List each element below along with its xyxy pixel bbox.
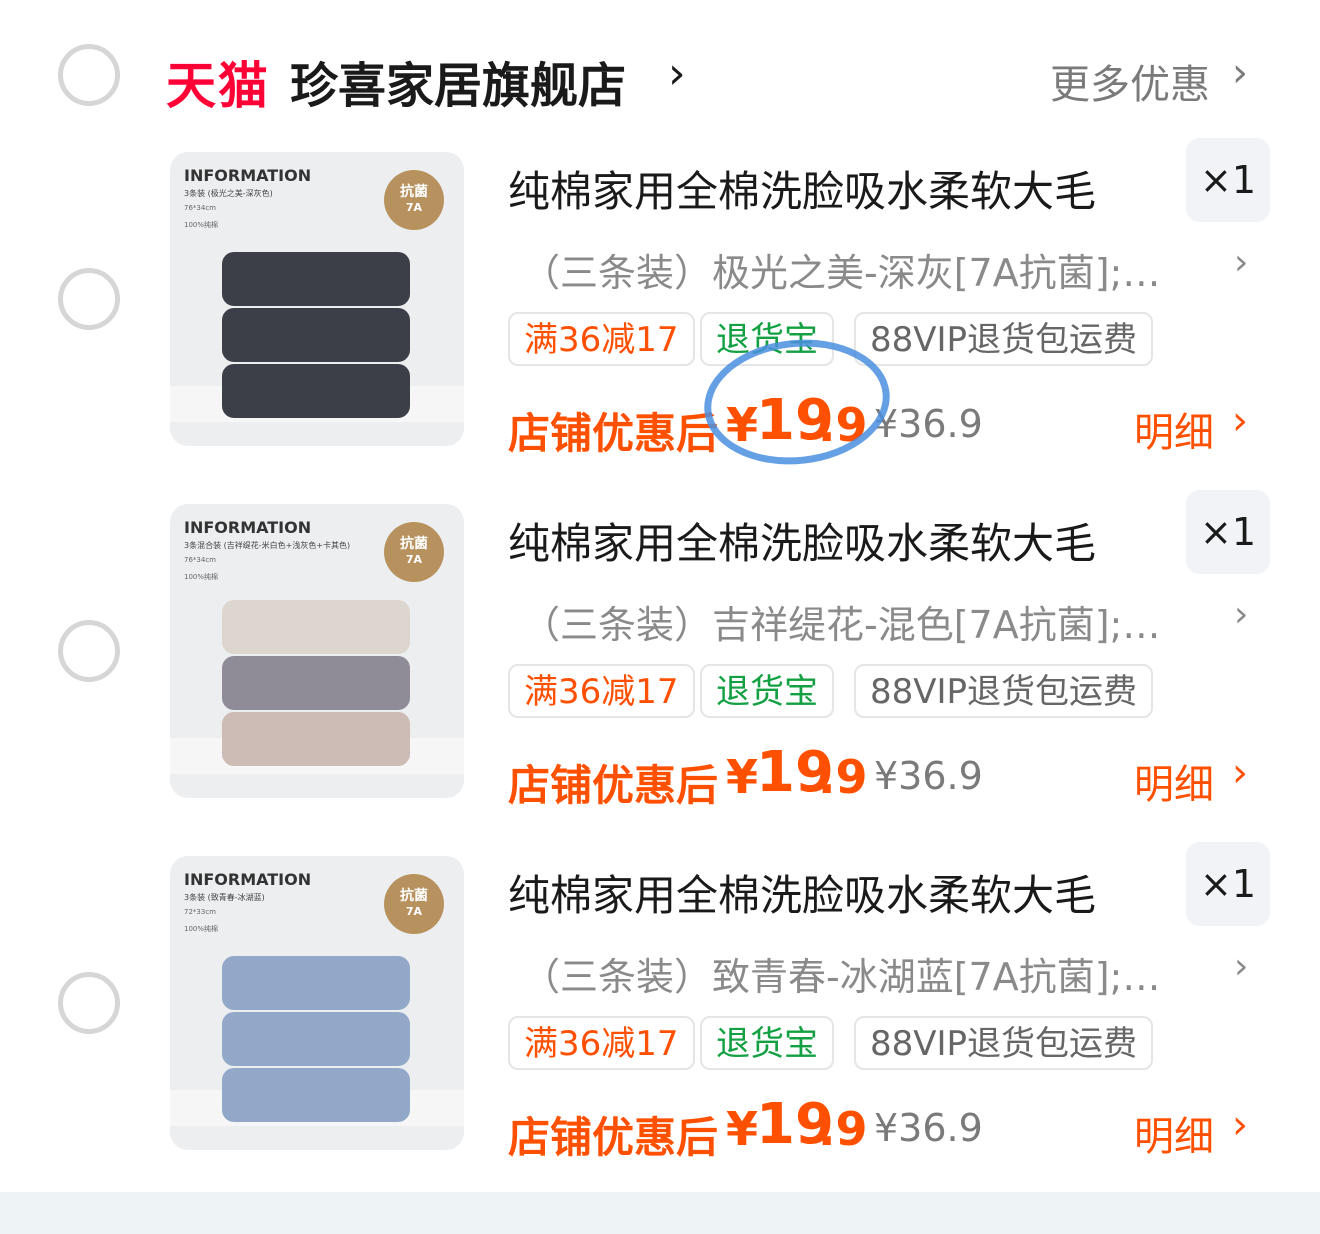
towel-image	[222, 712, 410, 766]
store-name[interactable]: 珍喜家居旗舰店	[290, 46, 626, 116]
towel-image	[222, 600, 410, 654]
chevron-right-icon[interactable]: ›	[668, 48, 686, 99]
price-label: 店铺优惠后	[508, 1113, 719, 1162]
product-title[interactable]: 纯棉家用全棉洗脸吸水柔软大毛	[508, 510, 1096, 571]
detail-link[interactable]: 明细	[1134, 400, 1214, 458]
product-title[interactable]: 纯棉家用全棉洗脸吸水柔软大毛	[508, 158, 1096, 219]
chevron-right-icon[interactable]: ›	[1234, 594, 1248, 635]
vip-tag: 88VIP退货包运费	[854, 1016, 1154, 1070]
towel-image	[222, 1068, 410, 1122]
chevron-right-icon[interactable]: ›	[1234, 242, 1248, 283]
promo-tag: 满36减17	[508, 1016, 695, 1070]
quantity-badge[interactable]: ×1	[1186, 842, 1270, 926]
store-select-radio[interactable]	[58, 44, 120, 106]
chevron-right-icon[interactable]: ›	[1232, 1102, 1248, 1148]
thumb-info-text: INFORMATION	[184, 518, 312, 537]
thumb-info-text: INFORMATION	[184, 870, 312, 889]
antibacterial-badge: 抗菌 7A	[384, 522, 444, 582]
towel-image	[222, 956, 410, 1010]
original-price: ¥36.9	[874, 754, 983, 798]
thumb-pack-text: 3条混合装 (吉祥缇花-米白色+浅灰色+卡其色)	[184, 541, 351, 550]
price-label: 店铺优惠后	[508, 761, 719, 810]
cart-item: INFORMATION 3条装 (极光之美-深灰色) 76*34cm 100%纯…	[0, 138, 1320, 458]
product-title[interactable]: 纯棉家用全棉洗脸吸水柔软大毛	[508, 862, 1096, 923]
price-currency: ¥	[726, 1102, 759, 1156]
thumb-size-text: 76*34cm	[184, 204, 216, 212]
cart-item: INFORMATION 3条装 (致青春-冰湖蓝) 72*33cm 100%纯棉…	[0, 842, 1320, 1162]
tmall-logo: 天猫	[166, 57, 270, 115]
towel-image	[222, 1012, 410, 1066]
price-currency: ¥	[726, 750, 759, 804]
price-decimal: .9	[818, 1102, 868, 1156]
product-thumbnail[interactable]: INFORMATION 3条混合装 (吉祥缇花-米白色+浅灰色+卡其色) 76*…	[170, 504, 464, 798]
promo-tag: 满36减17	[508, 312, 695, 366]
towel-image	[222, 252, 410, 306]
chevron-right-icon[interactable]: ›	[1232, 50, 1248, 96]
price-decimal: .9	[818, 750, 868, 804]
more-offers-link[interactable]: 更多优惠	[1050, 52, 1210, 110]
quantity-badge[interactable]: ×1	[1186, 138, 1270, 222]
product-thumbnail[interactable]: INFORMATION 3条装 (极光之美-深灰色) 76*34cm 100%纯…	[170, 152, 464, 446]
thumb-size-text: 76*34cm	[184, 556, 216, 564]
cart-item: INFORMATION 3条混合装 (吉祥缇花-米白色+浅灰色+卡其色) 76*…	[0, 490, 1320, 810]
detail-link[interactable]: 明细	[1134, 752, 1214, 810]
thumb-material-text: 100%纯棉	[184, 573, 219, 581]
product-thumbnail[interactable]: INFORMATION 3条装 (致青春-冰湖蓝) 72*33cm 100%纯棉…	[170, 856, 464, 1150]
thumb-material-text: 100%纯棉	[184, 221, 219, 229]
promo-tag: 满36减17	[508, 664, 695, 718]
chevron-right-icon[interactable]: ›	[1232, 398, 1248, 444]
chevron-right-icon[interactable]: ›	[1232, 750, 1248, 796]
detail-link[interactable]: 明细	[1134, 1104, 1214, 1162]
chevron-right-icon[interactable]: ›	[1234, 946, 1248, 987]
bottom-divider	[0, 1192, 1320, 1234]
sku-selector[interactable]: （三条装）致青春-冰湖蓝[7A抗菌];…	[522, 946, 1160, 1001]
vip-tag: 88VIP退货包运费	[854, 312, 1154, 366]
thumb-size-text: 72*33cm	[184, 908, 216, 916]
quantity-badge[interactable]: ×1	[1186, 490, 1270, 574]
vip-tag: 88VIP退货包运费	[854, 664, 1154, 718]
sku-selector[interactable]: （三条装）极光之美-深灰[7A抗菌];…	[522, 242, 1160, 297]
towel-image	[222, 364, 410, 418]
thumb-pack-text: 3条装 (极光之美-深灰色)	[184, 189, 273, 198]
towel-image	[222, 656, 410, 710]
return-tag: 退货宝	[700, 1016, 834, 1070]
return-tag: 退货宝	[700, 664, 834, 718]
thumb-pack-text: 3条装 (致青春-冰湖蓝)	[184, 893, 265, 902]
thumb-material-text: 100%纯棉	[184, 925, 219, 933]
antibacterial-badge: 抗菌 7A	[384, 874, 444, 934]
antibacterial-badge: 抗菌 7A	[384, 170, 444, 230]
sku-selector[interactable]: （三条装）吉祥缇花-混色[7A抗菌];…	[522, 594, 1160, 649]
thumb-info-text: INFORMATION	[184, 166, 312, 185]
price-label: 店铺优惠后	[508, 409, 719, 458]
original-price: ¥36.9	[874, 402, 983, 446]
original-price: ¥36.9	[874, 1106, 983, 1150]
towel-image	[222, 308, 410, 362]
